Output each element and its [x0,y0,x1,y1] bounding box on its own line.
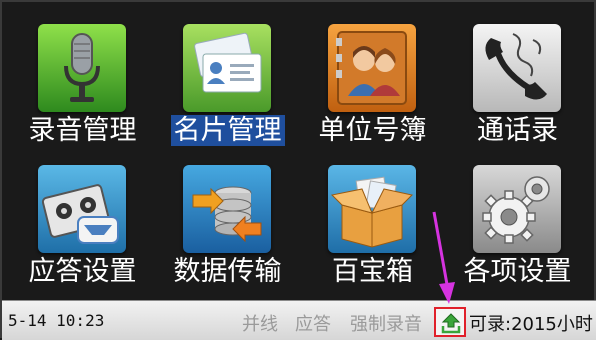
telephone-handset-icon [473,24,561,112]
menu-item-label: 各项设置 [463,256,572,287]
menu-item-unit-directory[interactable]: 单位号簿 [300,10,445,151]
recording-capacity: 可录:2015小时 [469,314,593,335]
menu-item-call-log[interactable]: 通话录 [445,10,590,151]
menu-item-data-transfer[interactable]: 数据传输 [155,151,300,292]
gears-icon [473,165,561,253]
device-screen: 录音管理 名片管理 单位号簿 通话录 应答设置 数据传输 百宝箱 各项设置 5-… [0,0,596,340]
menu-item-recording-management[interactable]: 录音管理 [10,10,155,151]
menu-item-label: 数据传输 [173,256,282,287]
menu-item-business-card-management[interactable]: 名片管理 [155,10,300,151]
menu-item-label: 名片管理 [155,114,300,148]
data-transfer-icon [183,165,271,253]
menu-item-label: 应答设置 [28,256,137,287]
upload-status-indicator[interactable] [434,307,466,337]
upload-icon [441,313,461,334]
menu-item-answer-settings[interactable]: 应答设置 [10,151,155,292]
microphone-icon [38,24,126,112]
menu-item-label: 录音管理 [28,115,137,146]
menu-item-toolbox[interactable]: 百宝箱 [300,151,445,292]
business-cards-icon [183,24,271,112]
main-menu-grid: 录音管理 名片管理 单位号簿 通话录 应答设置 数据传输 百宝箱 各项设置 [10,10,590,292]
menu-item-label: 百宝箱 [332,256,413,287]
menu-item-label: 单位号簿 [318,115,427,146]
treasure-box-icon [328,165,416,253]
status-parallel: 并线 [242,314,278,335]
status-force-record: 强制录音 [350,314,422,335]
menu-item-label: 通话录 [477,115,558,146]
menu-item-settings[interactable]: 各项设置 [445,151,590,292]
status-answer: 应答 [295,314,331,335]
status-datetime: 5-14 10:23 [8,311,105,330]
tape-recorder-icon [38,165,126,253]
contacts-people-icon [328,24,416,112]
